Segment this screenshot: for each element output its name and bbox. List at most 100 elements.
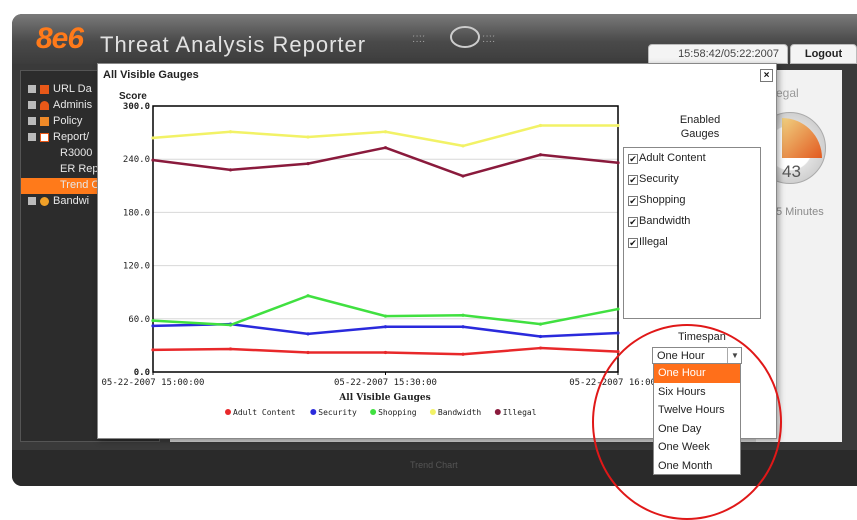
legend-label: Bandwidth	[438, 408, 482, 417]
legend-label: Illegal	[503, 408, 537, 417]
timespan-option-one-week[interactable]: One Week	[654, 438, 740, 457]
y-axis-ticks: 0.0 60.0 120.0 180.0 240.0 300.0	[123, 102, 150, 378]
data-point	[616, 331, 620, 335]
data-point	[461, 313, 465, 317]
data-point	[228, 168, 233, 172]
data-point	[616, 307, 620, 311]
logo: 8e6	[36, 22, 84, 55]
timespan-dropdown-list: One Hour Six Hours Twelve Hours One Day …	[653, 363, 741, 475]
gauge-checkbox-security[interactable]: ✔ Security	[628, 173, 679, 185]
svg-text:ːːːː: ːːːː	[482, 31, 495, 45]
y-tick-label: 60.0	[128, 315, 150, 325]
legend-marker	[225, 409, 231, 415]
data-point	[461, 174, 465, 178]
x-tick-label: 05-22-2007 15:00:00	[102, 378, 205, 388]
data-point	[306, 350, 310, 355]
clock-display: 15:58:42/05:22:2007	[648, 44, 788, 64]
timespan-option-one-hour[interactable]: One Hour	[654, 364, 740, 383]
timespan-option-one-month[interactable]: One Month	[654, 457, 740, 476]
logout-button[interactable]: Logout	[790, 44, 857, 64]
checkmark-icon[interactable]: ✔	[628, 175, 638, 185]
chevron-down-icon[interactable]: ▼	[727, 347, 742, 364]
legend-label: Security	[318, 408, 357, 417]
data-point	[383, 130, 388, 134]
data-point	[538, 153, 543, 157]
data-point	[383, 350, 388, 355]
expand-icon[interactable]	[28, 85, 36, 94]
timespan-option-six-hours[interactable]: Six Hours	[654, 383, 740, 402]
data-point	[151, 158, 155, 162]
data-point	[151, 324, 155, 328]
data-point	[228, 347, 233, 351]
data-point	[461, 144, 465, 148]
data-point	[616, 161, 620, 165]
data-point	[306, 135, 310, 139]
legend-marker	[310, 409, 317, 415]
expand-icon[interactable]	[28, 101, 36, 110]
legend-label: Shopping	[378, 408, 417, 417]
series-line-bandwidth	[152, 124, 618, 148]
data-point	[461, 352, 465, 356]
data-point	[306, 294, 310, 298]
legend-marker	[429, 409, 436, 415]
data-point	[228, 130, 233, 134]
y-tick-label: 120.0	[123, 262, 150, 272]
data-point	[616, 123, 620, 128]
checkmark-icon[interactable]: ✔	[628, 217, 638, 227]
gauge-value: 43	[782, 162, 801, 181]
data-point	[151, 318, 155, 323]
data-point	[538, 334, 543, 339]
legend-label: Adult Content	[233, 408, 296, 417]
chart-legend: Adult Content Security Shopping Bandwidth Il…	[225, 408, 537, 417]
data-point	[383, 314, 388, 318]
data-point	[383, 146, 388, 150]
series-line-shopping	[152, 294, 619, 327]
app-window: 8e6 Threat Analysis Reporter ːːːː ːːːː 1…	[0, 0, 857, 520]
legend-marker	[494, 409, 501, 415]
report-icon	[40, 132, 49, 142]
y-tick-label: 0.0	[134, 368, 150, 378]
gauge-caption: 5 Minutes	[776, 206, 824, 218]
x-tick-label: 05-22-2007 15:30:00	[334, 378, 437, 388]
data-point	[538, 322, 543, 326]
gauge-checkbox-illegal[interactable]: ✔ Illegal	[628, 236, 668, 248]
expand-icon[interactable]	[28, 117, 36, 126]
y-axis-title: Score	[119, 91, 147, 102]
folder-icon	[40, 84, 49, 94]
users-icon	[40, 100, 49, 110]
expand-icon[interactable]	[28, 197, 36, 206]
data-point	[306, 332, 310, 336]
data-point	[151, 136, 155, 140]
plot-frame	[152, 105, 619, 373]
data-point	[538, 346, 543, 350]
enabled-gauges-title: Enabled Gauges	[679, 114, 721, 140]
timespan-option-one-day[interactable]: One Day	[654, 420, 740, 439]
gauge-checkbox-shopping[interactable]: ✔ Shopping	[628, 194, 686, 206]
policy-icon	[40, 116, 49, 126]
enabled-gauges-list: ✔ Adult Content ✔ Security ✔ Shopping ✔ Band…	[623, 147, 761, 319]
gauge-checkbox-adult-content[interactable]: ✔ Adult Content	[628, 152, 706, 164]
x-axis-title: All Visible Gauges	[338, 393, 430, 403]
svg-text:ːːːː: ːːːː	[412, 31, 425, 45]
y-tick-label: 300.0	[123, 102, 150, 112]
data-point	[151, 348, 155, 352]
y-tick-label: 240.0	[123, 155, 150, 165]
timespan-label: Timespan	[678, 331, 726, 343]
data-point	[461, 325, 465, 329]
checkmark-icon[interactable]: ✔	[628, 154, 638, 164]
gauge-checkbox-bandwidth[interactable]: ✔ Bandwidth	[628, 215, 690, 227]
status-text: Trend Chart	[410, 460, 458, 470]
checkmark-icon[interactable]: ✔	[628, 238, 638, 248]
data-point	[538, 123, 543, 128]
expand-icon[interactable]	[28, 133, 36, 142]
series-line-illegal	[152, 146, 619, 178]
checkmark-icon[interactable]: ✔	[628, 196, 638, 206]
data-point	[306, 162, 310, 166]
app-title: Threat Analysis Reporter	[100, 32, 367, 57]
gauge-card-title: egal	[776, 86, 799, 100]
brand-swirl-icon: ːːːː ːːːː	[412, 26, 495, 48]
x-axis-ticks: 05-22-2007 15:00:00 05-22-2007 15:30:00 05…	[102, 372, 667, 388]
bandwidth-icon	[40, 196, 49, 206]
timespan-option-twelve-hours[interactable]: Twelve Hours	[654, 401, 740, 420]
y-tick-label: 180.0	[123, 208, 150, 218]
